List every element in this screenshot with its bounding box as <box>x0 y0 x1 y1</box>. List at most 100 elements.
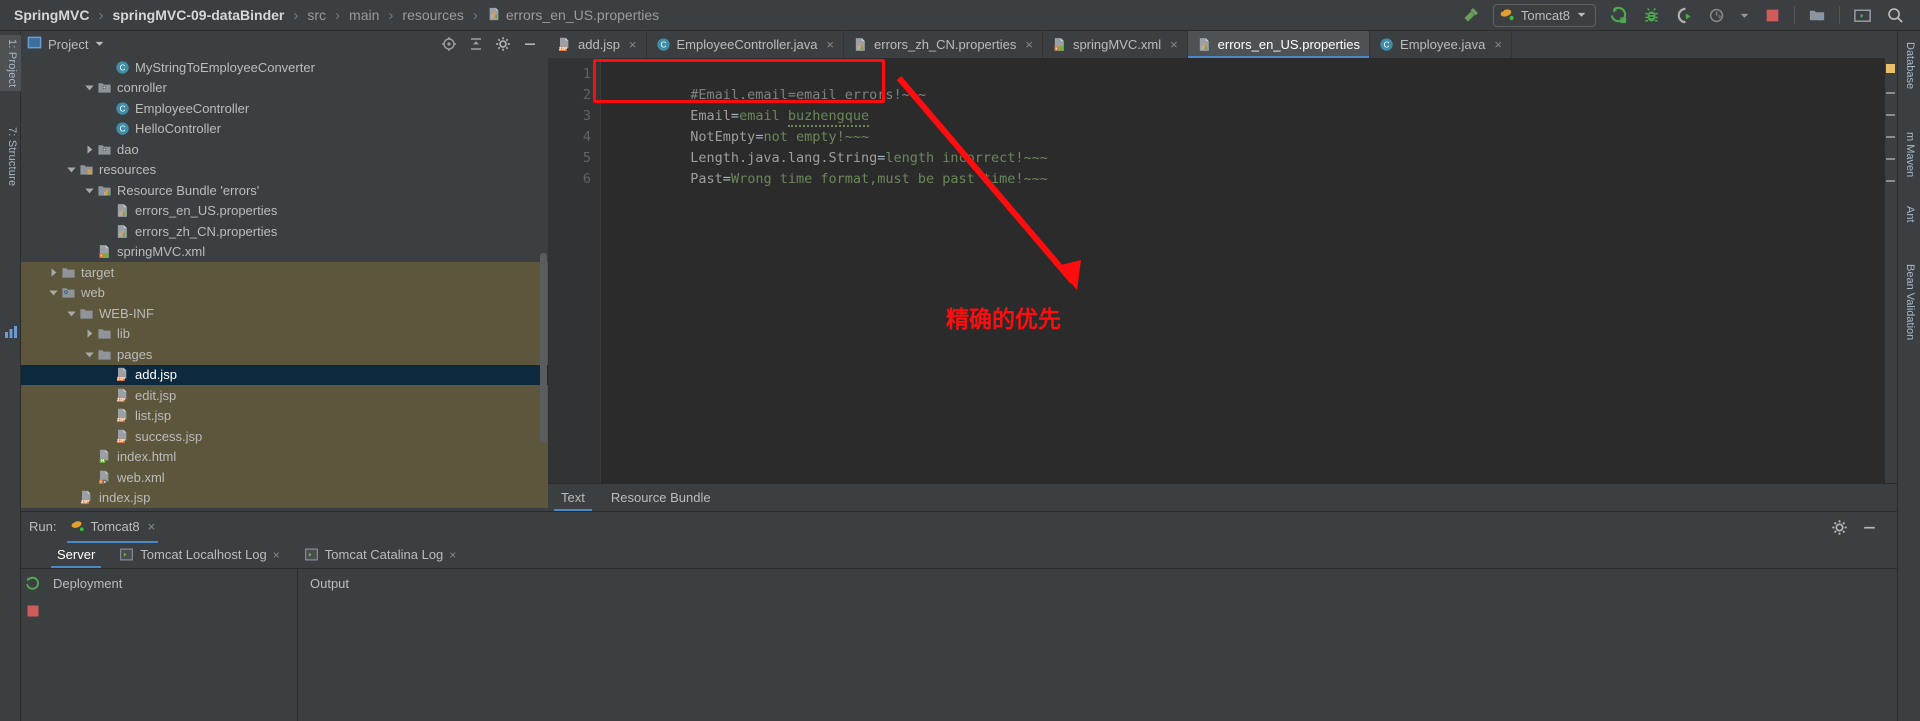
project-tree[interactable]: C MyStringToEmployeeConverter conroller C Em… <box>21 57 548 511</box>
profile-dropdown-chevron-down-icon[interactable] <box>1739 4 1750 26</box>
run-tab-server[interactable]: Server <box>45 541 107 568</box>
editor-body[interactable]: 1 2 3 4 5 6 #Email.email=email errors!~~~ Ema… <box>548 58 1897 483</box>
tree-item-conroller[interactable]: conroller <box>21 78 548 99</box>
favorites-icon[interactable] <box>4 325 18 339</box>
tree-twisty-open-icon[interactable] <box>47 286 60 299</box>
project-structure-icon[interactable] <box>1806 4 1828 26</box>
close-icon[interactable]: × <box>629 37 637 52</box>
breadcrumb-item-project[interactable]: SpringMVC <box>14 7 89 23</box>
settings-gear-icon[interactable] <box>1831 519 1847 535</box>
editor-tab-springmvc-xml[interactable]: springMVC.xml × <box>1043 31 1188 58</box>
close-icon[interactable]: × <box>1025 37 1033 52</box>
terminal-icon[interactable] <box>1851 4 1873 26</box>
tree-twisty-open-icon[interactable] <box>83 81 96 94</box>
profile-icon[interactable] <box>1706 4 1728 26</box>
marker-change[interactable] <box>1886 92 1895 94</box>
tree-item-errors-zh-cn-properties[interactable]: errors_zh_CN.properties <box>21 221 548 242</box>
tree-item-edit-jsp[interactable]: JSP edit.jsp <box>21 385 548 406</box>
debug-bug-icon[interactable] <box>1640 4 1662 26</box>
marker-change[interactable] <box>1886 180 1895 182</box>
tree-item-errors-en-us-properties[interactable]: errors_en_US.properties <box>21 201 548 222</box>
sidebar-item-database[interactable]: Database <box>1897 37 1920 94</box>
marker-change[interactable] <box>1886 158 1895 160</box>
tree-twisty-closed-icon[interactable] <box>83 327 96 340</box>
tree-twisty-open-icon[interactable] <box>65 163 78 176</box>
tree-item-resources[interactable]: resources <box>21 160 548 181</box>
tree-item-springmvc-xml[interactable]: springMVC.xml <box>21 242 548 263</box>
tree-twisty-closed-icon[interactable] <box>47 266 60 279</box>
breadcrumb-item-module[interactable]: springMVC-09-dataBinder <box>112 7 284 23</box>
run-icon[interactable] <box>1607 4 1629 26</box>
close-icon[interactable]: × <box>1170 37 1178 52</box>
close-icon[interactable]: × <box>449 548 456 562</box>
run-configuration-selector[interactable]: Tomcat8 <box>1492 3 1596 27</box>
tree-item-pages[interactable]: pages <box>21 344 548 365</box>
tree-item-dao[interactable]: dao <box>21 139 548 160</box>
tree-item-hellocontroller[interactable]: C HelloController <box>21 119 548 140</box>
tree-item-list-jsp[interactable]: JSP list.jsp <box>21 405 548 426</box>
editor-tab-errors-en-us-properties[interactable]: errors_en_US.properties <box>1187 31 1371 58</box>
hide-icon[interactable] <box>522 36 538 52</box>
sidebar-item-maven[interactable]: m Maven <box>1897 127 1920 182</box>
tree-item-resource-bundle-errors[interactable]: Resource Bundle 'errors' <box>21 180 548 201</box>
run-config-tab-tomcat8[interactable]: Tomcat8 × <box>65 516 160 543</box>
tree-item-index-jsp[interactable]: JSP index.jsp <box>21 487 548 508</box>
chevron-down-icon[interactable] <box>94 37 105 52</box>
tree-twisty-closed-icon[interactable] <box>83 143 96 156</box>
tree-item-employeecontroller[interactable]: C EmployeeController <box>21 98 548 119</box>
settings-gear-icon[interactable] <box>495 36 511 52</box>
editor-code[interactable]: #Email.email=email errors!~~~ Email=emai… <box>593 58 1897 483</box>
editor-tab-bar[interactable]: JSP add.jsp × C EmployeeController.java × erro… <box>548 31 1897 58</box>
marker-warning[interactable] <box>1886 64 1895 73</box>
run-tab-tomcat-localhost-log[interactable]: Tomcat Localhost Log × <box>107 541 291 568</box>
sidebar-item-structure-toolwindow[interactable]: 7: Structure <box>0 123 21 190</box>
stop-icon[interactable] <box>26 604 40 621</box>
editor-tab-errors-zh-cn-properties[interactable]: errors_zh_CN.properties × <box>844 31 1043 58</box>
breadcrumb-item-file[interactable]: errors_en_US.properties <box>487 7 659 24</box>
tree-item-web-xml[interactable]: web.xml <box>21 467 548 488</box>
tree-twisty-open-icon[interactable] <box>83 348 96 361</box>
editor-footer-tabs[interactable]: Text Resource Bundle <box>548 483 1897 511</box>
close-icon[interactable]: × <box>1494 37 1502 52</box>
project-tree-scrollbar[interactable] <box>539 57 548 511</box>
search-icon[interactable] <box>1884 4 1906 26</box>
breadcrumb-item-resources[interactable]: resources <box>402 7 463 23</box>
close-icon[interactable]: × <box>826 37 834 52</box>
tree-twisty-open-icon[interactable] <box>83 184 96 197</box>
tree-item-success-jsp[interactable]: JSP success.jsp <box>21 426 548 447</box>
chevron-down-icon[interactable] <box>1576 8 1587 23</box>
build-hammer-icon[interactable] <box>1460 4 1482 26</box>
tab-resource-bundle[interactable]: Resource Bundle <box>598 484 724 511</box>
breadcrumb-item-src[interactable]: src <box>307 7 326 23</box>
scrollbar-thumb[interactable] <box>540 253 547 443</box>
breadcrumb-item-main[interactable]: main <box>349 7 379 23</box>
tree-item-index-html[interactable]: Hindex.html <box>21 446 548 467</box>
close-icon[interactable]: × <box>273 548 280 562</box>
locate-icon[interactable] <box>441 36 457 52</box>
editor-tab-employee-java[interactable]: C Employee.java × <box>1370 31 1512 58</box>
tab-text[interactable]: Text <box>548 484 598 511</box>
sidebar-item-ant[interactable]: Ant <box>1897 201 1920 228</box>
tree-item-web-inf[interactable]: WEB-INF <box>21 303 548 324</box>
sidebar-item-project-toolwindow[interactable]: 1: Project <box>0 35 21 92</box>
tree-twisty-open-icon[interactable] <box>65 307 78 320</box>
tree-item-target[interactable]: target <box>21 262 548 283</box>
editor-tab-add-jsp[interactable]: JSP add.jsp × <box>548 31 647 58</box>
collapse-all-icon[interactable] <box>468 36 484 52</box>
tree-item-web[interactable]: web <box>21 282 548 303</box>
editor-marker-bar[interactable] <box>1884 58 1897 483</box>
run-tab-tomcat-catalina-log[interactable]: Tomcat Catalina Log × <box>292 541 469 568</box>
tree-item-lib[interactable]: lib <box>21 323 548 344</box>
close-icon[interactable]: × <box>148 519 156 534</box>
tree-item-mystringtoemployeeconverter[interactable]: C MyStringToEmployeeConverter <box>21 57 548 78</box>
stop-icon[interactable] <box>1761 4 1783 26</box>
tree-item-add-jsp[interactable]: JSP add.jsp <box>21 364 548 385</box>
rerun-icon[interactable] <box>25 576 41 595</box>
hide-panel-icon[interactable] <box>1861 519 1877 535</box>
sidebar-item-bean-validation[interactable]: Bean Validation <box>1897 259 1920 345</box>
marker-change[interactable] <box>1886 114 1895 116</box>
run-with-coverage-icon[interactable] <box>1673 4 1695 26</box>
editor-tab-employeecontroller-java[interactable]: C EmployeeController.java × <box>647 31 845 58</box>
marker-change[interactable] <box>1886 136 1895 138</box>
run-panel-tabs[interactable]: Server Tomcat Localhost Log × Tomcat Catali… <box>21 541 1897 569</box>
